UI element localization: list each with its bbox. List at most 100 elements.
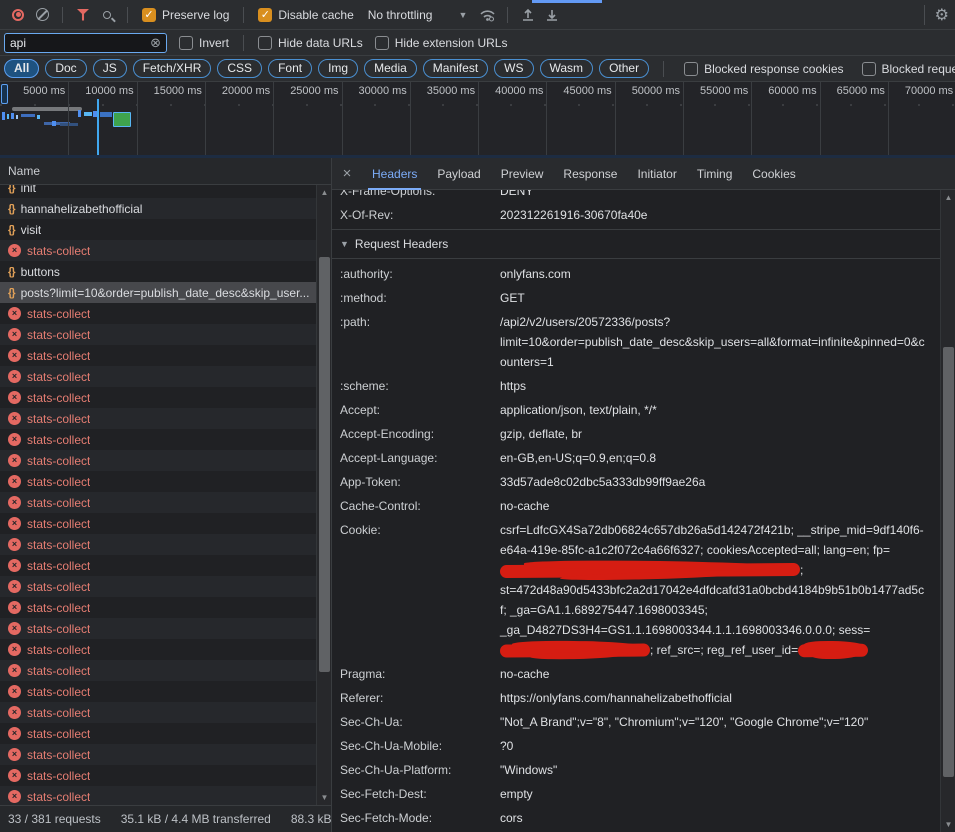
tab-payload[interactable]: Payload <box>427 158 490 190</box>
request-row[interactable]: ×stats-collect <box>0 513 316 534</box>
request-row[interactable]: {}visit <box>0 219 316 240</box>
request-row[interactable]: ×stats-collect <box>0 408 316 429</box>
request-row[interactable]: ×stats-collect <box>0 534 316 555</box>
settings-gear-button[interactable]: ⚙ <box>924 5 949 25</box>
export-har-button[interactable] <box>540 3 564 27</box>
timeline-gridline <box>888 82 889 155</box>
filter-input[interactable] <box>10 36 150 50</box>
request-row[interactable]: ×stats-collect <box>0 618 316 639</box>
close-details-button[interactable]: × <box>332 165 362 182</box>
filter-pill-doc[interactable]: Doc <box>45 59 86 78</box>
tab-headers[interactable]: Headers <box>362 158 427 190</box>
import-har-button[interactable] <box>516 3 540 27</box>
header-value: no-cache <box>500 664 549 684</box>
filter-pill-manifest[interactable]: Manifest <box>423 59 488 78</box>
overview-window-handle[interactable] <box>1 84 8 104</box>
timeline-gridline <box>273 82 274 155</box>
request-row[interactable]: ×stats-collect <box>0 576 316 597</box>
network-overview-timeline[interactable]: 5000 ms10000 ms15000 ms20000 ms25000 ms3… <box>0 82 955 158</box>
header-name: X-Frame-Options: <box>340 190 500 201</box>
timeline-tick-label: 25000 ms <box>290 85 338 97</box>
header-name: Cache-Control: <box>340 496 500 516</box>
request-row[interactable]: ×stats-collect <box>0 492 316 513</box>
throttling-select[interactable]: No throttling ▼ <box>368 8 468 22</box>
filter-pill-media[interactable]: Media <box>364 59 417 78</box>
request-row[interactable]: {}buttons <box>0 261 316 282</box>
filter-pill-other[interactable]: Other <box>599 59 649 78</box>
filter-pill-all[interactable]: All <box>4 59 39 78</box>
scroll-up-icon[interactable]: ▲ <box>317 188 331 197</box>
request-row[interactable]: ×stats-collect <box>0 324 316 345</box>
hide-data-urls-checkbox[interactable]: Hide data URLs <box>258 36 363 50</box>
name-column-header[interactable]: Name <box>0 158 331 185</box>
request-row[interactable]: ×stats-collect <box>0 366 316 387</box>
request-row[interactable]: ×stats-collect <box>0 345 316 366</box>
request-row[interactable]: ×stats-collect <box>0 786 316 805</box>
request-row[interactable]: ×stats-collect <box>0 387 316 408</box>
request-row[interactable]: ×stats-collect <box>0 639 316 660</box>
scroll-down-icon[interactable]: ▼ <box>941 820 955 829</box>
request-row[interactable]: ×stats-collect <box>0 765 316 786</box>
timeline-tick-label: 65000 ms <box>837 85 885 97</box>
request-row[interactable]: ×stats-collect <box>0 429 316 450</box>
header-value: empty <box>500 784 533 804</box>
record-button[interactable] <box>6 3 30 27</box>
request-row[interactable]: {}posts?limit=10&order=publish_date_desc… <box>0 282 316 303</box>
filter-pill-wasm[interactable]: Wasm <box>540 59 594 78</box>
request-row[interactable]: ×stats-collect <box>0 303 316 324</box>
request-row[interactable]: ×stats-collect <box>0 681 316 702</box>
scroll-up-icon[interactable]: ▲ <box>941 193 955 202</box>
request-name: stats-collect <box>27 706 90 720</box>
hide-extension-urls-checkbox[interactable]: Hide extension URLs <box>375 36 508 50</box>
request-row[interactable]: {}init <box>0 185 316 198</box>
network-conditions-button[interactable] <box>475 3 499 27</box>
request-row[interactable]: ×stats-collect <box>0 723 316 744</box>
error-icon: × <box>8 496 21 509</box>
blocked-requests-checkbox[interactable]: Blocked requests <box>862 62 955 76</box>
header-value: application/json, text/plain, */* <box>500 400 657 420</box>
request-row[interactable]: ×stats-collect <box>0 660 316 681</box>
resource-type-filter-bar: All Doc JS Fetch/XHR CSS Font Img Media Manifest… <box>0 56 955 82</box>
filter-pill-js[interactable]: JS <box>93 59 127 78</box>
filter-pill-ws[interactable]: WS <box>494 59 533 78</box>
filter-pill-font[interactable]: Font <box>268 59 312 78</box>
invert-checkbox[interactable]: Invert <box>179 36 229 50</box>
request-row[interactable]: ×stats-collect <box>0 471 316 492</box>
timeline-gray-bar <box>12 107 82 111</box>
request-headers-section-header[interactable]: ▼ Request Headers <box>332 233 940 255</box>
name-column-label: Name <box>8 164 40 178</box>
tab-response[interactable]: Response <box>553 158 627 190</box>
tab-initiator[interactable]: Initiator <box>627 158 686 190</box>
request-list-scrollbar[interactable]: ▲ ▼ <box>316 185 331 805</box>
scrollbar-thumb[interactable] <box>319 257 330 672</box>
request-name: stats-collect <box>27 769 90 783</box>
request-row[interactable]: ×stats-collect <box>0 597 316 618</box>
tab-timing[interactable]: Timing <box>687 158 743 190</box>
details-scrollbar[interactable]: ▲ ▼ <box>940 190 955 832</box>
request-row[interactable]: ×stats-collect <box>0 555 316 576</box>
search-button[interactable] <box>95 3 119 27</box>
checkbox-checked-icon: ✓ <box>142 8 156 22</box>
timeline-tick-label: 40000 ms <box>495 85 543 97</box>
redaction-scribble <box>798 644 868 657</box>
preserve-log-checkbox[interactable]: ✓ Preserve log <box>142 8 229 22</box>
blocked-response-cookies-checkbox[interactable]: Blocked response cookies <box>684 62 843 76</box>
clear-filter-icon[interactable]: ⊗ <box>150 36 161 49</box>
divider <box>507 7 508 23</box>
throttling-value: No throttling <box>368 8 433 22</box>
request-row[interactable]: ×stats-collect <box>0 450 316 471</box>
disable-cache-checkbox[interactable]: ✓ Disable cache <box>258 8 353 22</box>
filter-pill-fetch-xhr[interactable]: Fetch/XHR <box>133 59 212 78</box>
filter-pill-css[interactable]: CSS <box>217 59 262 78</box>
filter-pill-img[interactable]: Img <box>318 59 358 78</box>
tab-preview[interactable]: Preview <box>491 158 554 190</box>
request-row[interactable]: ×stats-collect <box>0 744 316 765</box>
tab-cookies[interactable]: Cookies <box>742 158 805 190</box>
request-row[interactable]: {}hannahelizabethofficial <box>0 198 316 219</box>
request-row[interactable]: ×stats-collect <box>0 240 316 261</box>
request-row[interactable]: ×stats-collect <box>0 702 316 723</box>
scroll-down-icon[interactable]: ▼ <box>317 793 331 802</box>
clear-button[interactable] <box>30 3 54 27</box>
scrollbar-thumb[interactable] <box>943 347 954 777</box>
filter-button[interactable] <box>71 3 95 27</box>
